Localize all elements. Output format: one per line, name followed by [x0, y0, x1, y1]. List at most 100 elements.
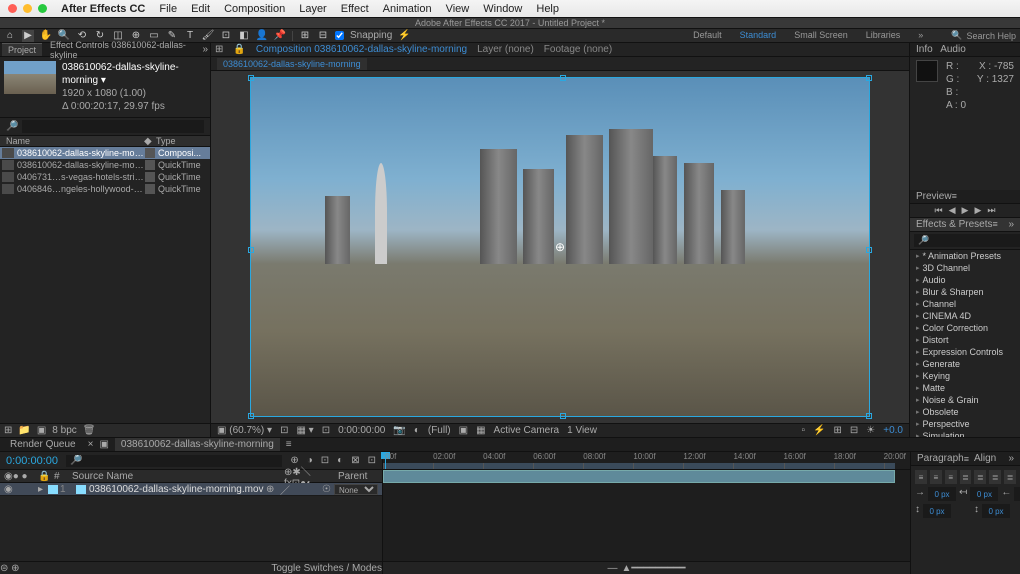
menu-file[interactable]: File — [159, 3, 177, 15]
asset-row[interactable]: 0406731…s-vegas-hotels-strip-night.movQu… — [0, 171, 210, 183]
ws-standard[interactable]: Standard — [740, 30, 777, 41]
clone-tool[interactable]: ⊡ — [220, 30, 232, 42]
menu-animation[interactable]: Animation — [383, 3, 432, 15]
effect-category[interactable]: 3D Channel — [910, 262, 1020, 274]
tab-align[interactable]: Align — [974, 453, 996, 464]
ws-small[interactable]: Small Screen — [794, 30, 848, 41]
asset-row[interactable]: 038610062-dallas-skyline-morningComposi.… — [0, 147, 210, 159]
world-axis[interactable]: ⊟ — [317, 30, 329, 42]
home-tool[interactable]: ⌂ — [4, 30, 16, 42]
effect-category[interactable]: Color Correction — [910, 322, 1020, 334]
fast-previews-btn[interactable]: ⚡ — [813, 425, 825, 436]
effect-category[interactable]: Keying — [910, 370, 1020, 382]
play-btn[interactable]: ▶ — [962, 205, 969, 216]
composition-viewport[interactable]: ⊕ — [211, 71, 909, 423]
menu-window[interactable]: Window — [483, 3, 522, 15]
roi-btn[interactable]: ▣ — [459, 425, 468, 436]
roto-tool[interactable]: 👤 — [256, 30, 268, 42]
align-right-btn[interactable]: ≡ — [945, 470, 957, 484]
effect-category[interactable]: Matte — [910, 382, 1020, 394]
effect-category[interactable]: Expression Controls — [910, 346, 1020, 358]
effect-category[interactable]: Blur & Sharpen — [910, 286, 1020, 298]
comp-btn[interactable]: ▣ — [37, 425, 46, 436]
timecode[interactable]: 0:00:00:00 — [6, 455, 58, 467]
zoom-dropdown[interactable]: ▣ (60.7%) ▾ — [217, 425, 272, 436]
tab-effects[interactable]: Effects & Presets — [916, 219, 993, 230]
indent-right[interactable] — [1014, 487, 1020, 501]
render-btn[interactable]: ☀ — [866, 425, 875, 436]
pixel-aspect-btn[interactable]: ▫ — [802, 425, 806, 436]
align-left-btn[interactable]: ≡ — [915, 470, 927, 484]
panel-menu-icon[interactable]: ≡ — [286, 439, 292, 450]
close-tab-icon[interactable]: × — [88, 439, 94, 450]
timeline-layer-row[interactable]: ◉ ▸ 1 038610062-dallas-skyline-morning.m… — [0, 483, 382, 496]
exposure[interactable]: +0.0 — [883, 425, 903, 436]
col-name[interactable]: Name — [6, 136, 144, 146]
indent-first[interactable] — [970, 487, 998, 501]
time-display[interactable]: 0:00:00:00 — [338, 425, 385, 436]
tl-opt4[interactable]: ◐ — [337, 455, 343, 466]
menu-layer[interactable]: Layer — [299, 3, 327, 15]
views-dropdown[interactable]: 1 View — [567, 425, 597, 436]
effect-category[interactable]: Channel — [910, 298, 1020, 310]
space-after[interactable] — [982, 504, 1010, 518]
eraser-tool[interactable]: ◧ — [238, 30, 250, 42]
transparency-btn[interactable]: ▦ — [476, 425, 485, 436]
flowchart-icon[interactable]: ⊞ — [215, 44, 223, 55]
menu-effect[interactable]: Effect — [341, 3, 369, 15]
effect-category[interactable]: Obsolete — [910, 406, 1020, 418]
channel-btn[interactable]: ◐ — [414, 425, 420, 436]
ws-libraries[interactable]: Libraries — [866, 30, 901, 41]
tab-project[interactable]: Project — [2, 43, 42, 56]
track-area[interactable] — [383, 470, 910, 561]
puppet-tool[interactable]: 📌 — [274, 30, 286, 42]
justify-last-center-btn[interactable]: ≣ — [974, 470, 986, 484]
time-ruler[interactable]: :00f02:00f04:00f06:00f08:00f10:00f12:00f… — [383, 452, 910, 470]
menu-help[interactable]: Help — [536, 3, 559, 15]
tab-preview[interactable]: Preview — [916, 191, 952, 202]
timeline-search[interactable] — [66, 455, 282, 467]
menu-view[interactable]: View — [446, 3, 470, 15]
trash-btn[interactable]: 🗑 — [83, 425, 96, 436]
flowchart-btn[interactable]: ⊟ — [850, 425, 858, 436]
tab-paragraph[interactable]: Paragraph — [917, 453, 964, 464]
mask-btn[interactable]: ⊡ — [322, 425, 330, 436]
bpc-btn[interactable]: 8 bpc — [52, 425, 76, 436]
local-axis[interactable]: ⊞ — [299, 30, 311, 42]
tab-footage[interactable]: Footage (none) — [544, 44, 612, 55]
effect-category[interactable]: * Animation Presets — [910, 250, 1020, 262]
max-dot[interactable] — [38, 4, 47, 13]
tab-comp-timeline[interactable]: 038610062-dallas-skyline-morning — [115, 438, 280, 451]
expand-btn[interactable]: ⊜ ⊕ — [0, 563, 20, 574]
effect-category[interactable]: Perspective — [910, 418, 1020, 430]
tab-composition[interactable]: Composition 038610062-dallas-skyline-mor… — [256, 44, 467, 55]
asset-row[interactable]: 0406846…ngeles-hollywood-sign-cal.movQui… — [0, 183, 210, 195]
res-dropdown[interactable]: (Full) — [428, 425, 451, 436]
selection-tool[interactable]: ▶ — [22, 30, 34, 42]
col-parent[interactable]: Parent — [338, 471, 378, 482]
timeline-btn[interactable]: ⊞ — [834, 425, 842, 436]
menu-edit[interactable]: Edit — [191, 3, 210, 15]
close-dot[interactable] — [8, 4, 17, 13]
project-search[interactable] — [22, 120, 204, 133]
tab-audio[interactable]: Audio — [940, 44, 966, 55]
snapping-check[interactable] — [335, 31, 344, 40]
window-controls[interactable] — [8, 4, 47, 13]
res-half[interactable]: ⊡ — [280, 425, 288, 436]
layer-name[interactable]: 038610062-dallas-skyline-morning.mov — [89, 484, 266, 495]
effect-category[interactable]: Distort — [910, 334, 1020, 346]
comp-breadcrumb[interactable]: 038610062-dallas-skyline-morning — [217, 58, 367, 70]
brush-tool[interactable]: 🖌 — [202, 30, 214, 42]
col-source[interactable]: Source Name — [72, 471, 280, 482]
ws-default[interactable]: Default — [693, 30, 722, 41]
last-frame-btn[interactable]: ⏭ — [987, 205, 995, 216]
zoom-out-btn[interactable]: — — [607, 563, 617, 574]
toggle-switches[interactable]: Toggle Switches / Modes — [271, 563, 382, 574]
min-dot[interactable] — [23, 4, 32, 13]
layer-duration-bar[interactable] — [383, 470, 895, 483]
col-tag[interactable]: ◆ — [144, 136, 156, 147]
visibility-toggle[interactable]: ◉ — [4, 484, 16, 495]
interpret-btn[interactable]: ⊞ — [4, 425, 12, 436]
justify-last-left-btn[interactable]: ≣ — [960, 470, 972, 484]
parent-dropdown[interactable]: None — [334, 484, 378, 495]
